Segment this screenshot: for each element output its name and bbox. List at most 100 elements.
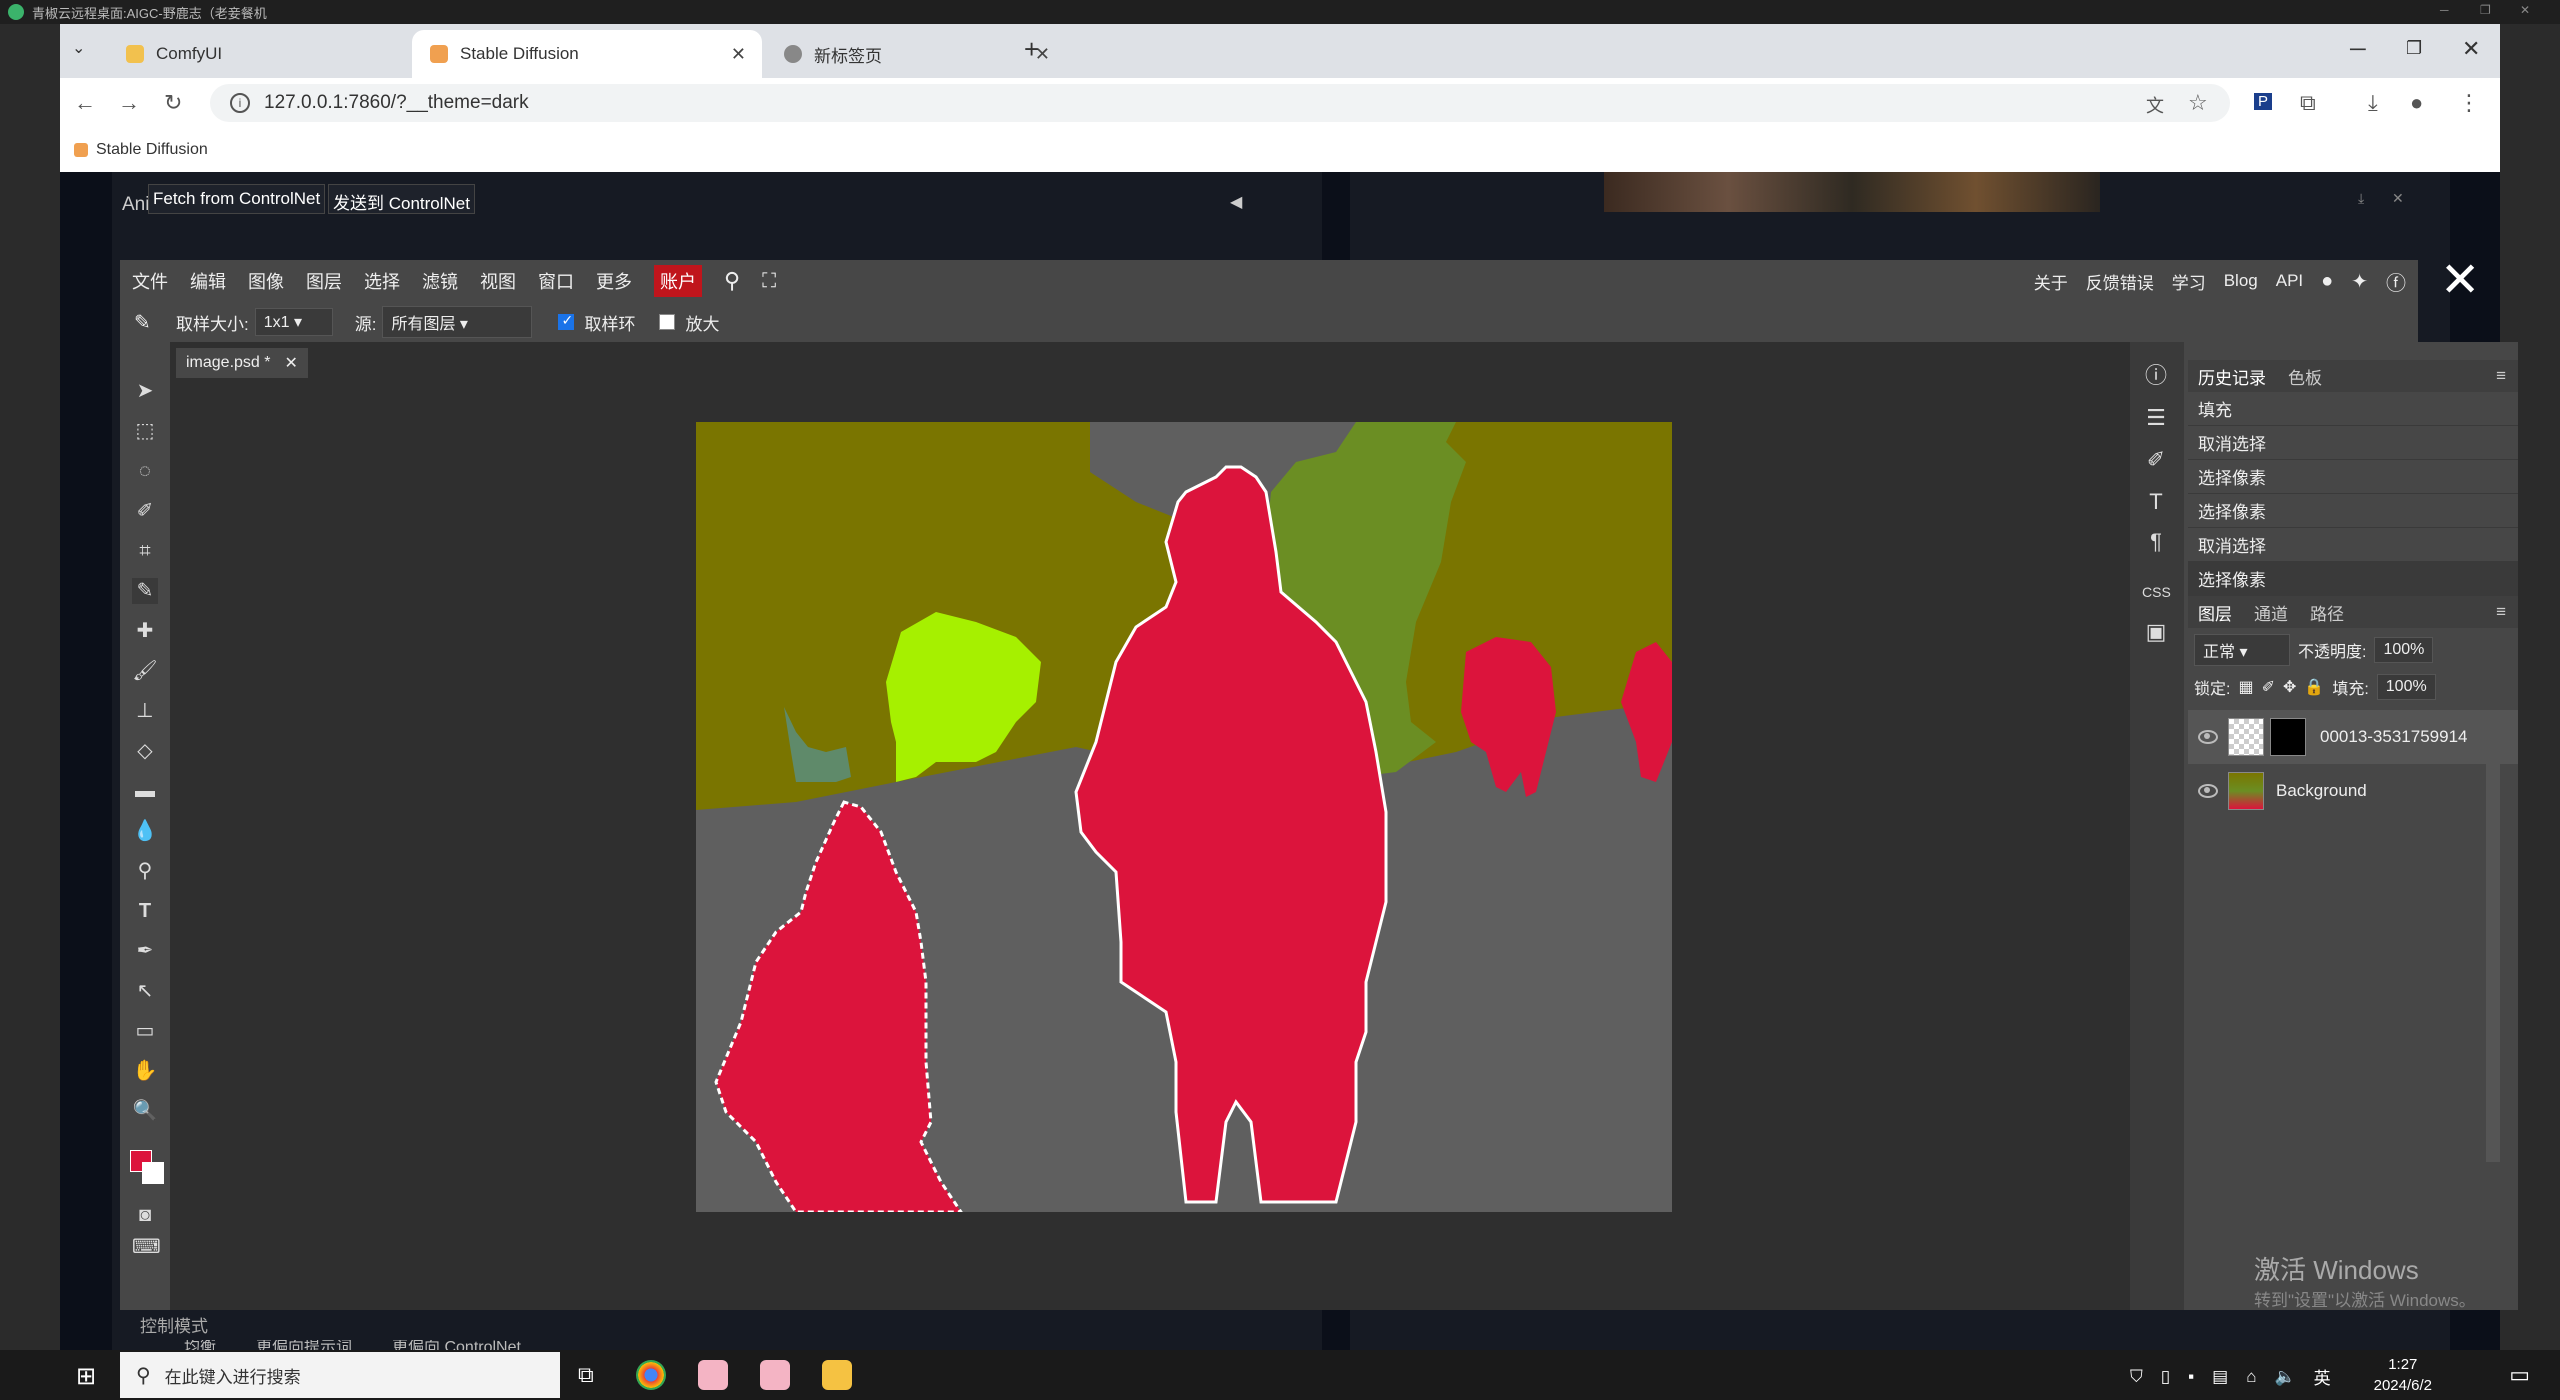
menu-report-bug[interactable]: 反馈错误 [2086, 269, 2154, 294]
collapse-arrow-icon[interactable]: ◀ [1230, 192, 1242, 212]
clear-image-icon[interactable]: ✕ [2392, 190, 2404, 207]
new-tab-plus-icon[interactable]: + [1024, 34, 1039, 65]
history-item[interactable]: 取消选择 [2188, 426, 2518, 460]
tab-new-tab[interactable]: 新标签页 ✕ [766, 30, 1066, 78]
remote-minimize-icon[interactable]: ─ [2440, 3, 2449, 17]
menu-image[interactable]: 图像 [248, 268, 284, 294]
quick-select-tool-icon[interactable]: ✐ [132, 498, 158, 524]
menu-file[interactable]: 文件 [132, 268, 168, 294]
window-close-icon[interactable]: ✕ [2462, 36, 2480, 62]
document-tab[interactable]: image.psd * ✕ [176, 348, 308, 378]
extensions-puzzle-icon[interactable]: ⧉ [2300, 90, 2316, 116]
sample-ring-checkbox[interactable] [558, 312, 575, 330]
site-info-icon[interactable]: i [230, 93, 250, 113]
reload-icon[interactable]: ↻ [164, 90, 182, 116]
visibility-eye-icon[interactable] [2198, 784, 2218, 798]
css-icon[interactable]: CSS [2142, 578, 2171, 606]
twitter-icon[interactable]: ✦ [2351, 269, 2368, 294]
menu-more[interactable]: 更多 [596, 268, 632, 294]
forward-icon[interactable]: → [118, 90, 140, 116]
send-to-controlnet-button[interactable]: 发送到 ControlNet [328, 184, 475, 214]
remote-restore-icon[interactable]: ❐ [2480, 3, 2491, 17]
lock-all-icon[interactable]: 🔒 [2304, 677, 2324, 697]
layer-row-background[interactable]: Background [2188, 764, 2518, 818]
fill-input[interactable]: 100% [2376, 674, 2436, 700]
close-editor-icon[interactable]: ✕ [2440, 252, 2480, 308]
panel-menu-icon[interactable]: ≡ [2496, 366, 2506, 386]
menu-blog[interactable]: Blog [2224, 271, 2258, 291]
sample-size-select[interactable]: 1x1 ▾ [254, 308, 333, 336]
file-explorer-icon[interactable] [822, 1360, 852, 1390]
brush-settings-icon[interactable]: ✐ [2142, 446, 2170, 474]
blur-tool-icon[interactable]: 💧 [132, 818, 158, 844]
menu-account[interactable]: 账户 [654, 265, 702, 297]
menu-api[interactable]: API [2276, 271, 2303, 291]
keyboard-icon[interactable]: ⌨ [132, 1234, 161, 1260]
app-taskbar-icon-2[interactable] [760, 1360, 790, 1390]
shield-icon[interactable]: ⛉ [2130, 1367, 2143, 1387]
radio-prompt[interactable]: 更偏向提示词 [256, 1340, 352, 1350]
menu-view[interactable]: 视图 [480, 268, 516, 294]
lock-move-icon[interactable]: ✥ [2283, 677, 2296, 697]
extension-p-icon[interactable]: P [2254, 93, 2273, 110]
tab-layers[interactable]: 图层 [2198, 600, 2232, 625]
windows-start-icon[interactable]: ⊞ [76, 1362, 96, 1391]
browser-menu-icon[interactable]: ⋮ [2458, 90, 2480, 116]
translate-icon[interactable]: 文 [2146, 92, 2164, 118]
menu-about[interactable]: 关于 [2034, 269, 2068, 294]
fullscreen-icon[interactable]: ⛶ [762, 270, 776, 293]
image-panel-icon[interactable]: ▣ [2142, 618, 2170, 646]
menu-layer[interactable]: 图层 [306, 268, 342, 294]
menu-select[interactable]: 选择 [364, 268, 400, 294]
background-color-swatch[interactable] [142, 1162, 164, 1184]
history-item[interactable]: 选择像素 [2188, 562, 2518, 596]
menu-filter[interactable]: 滤镜 [422, 268, 458, 294]
eyedropper-icon[interactable]: ✎ [132, 578, 158, 604]
tab-paths[interactable]: 路径 [2310, 600, 2344, 625]
character-icon[interactable]: T [2142, 488, 2170, 516]
reddit-icon[interactable]: ● [2321, 270, 2333, 293]
paragraph-icon[interactable]: ¶ [2142, 528, 2170, 556]
green-app-icon[interactable]: ▪ [2188, 1367, 2194, 1387]
tab-history[interactable]: 历史记录 [2198, 364, 2266, 389]
marquee-tool-icon[interactable]: ⬚ [132, 418, 158, 444]
zoom-tool-icon[interactable]: 🔍 [132, 1098, 158, 1124]
path-select-tool-icon[interactable]: ↖ [132, 978, 158, 1004]
lock-pixels-icon[interactable]: ▦ [2238, 677, 2253, 697]
facebook-icon[interactable]: ⓕ [2386, 267, 2406, 296]
fetch-from-controlnet-button[interactable]: Fetch from ControlNet [148, 184, 326, 214]
move-tool-icon[interactable]: ➤ [132, 378, 158, 404]
notification-icon[interactable]: ▭ [2509, 1362, 2530, 1388]
adjustments-icon[interactable]: ☰ [2142, 404, 2170, 432]
download-icon[interactable]: ⤓ [2368, 90, 2378, 116]
layers-menu-icon[interactable]: ≡ [2496, 602, 2506, 622]
download-image-icon[interactable]: ⤓ [2358, 190, 2364, 207]
dodge-tool-icon[interactable]: ⚲ [132, 858, 158, 884]
tab-stable-diffusion[interactable]: Stable Diffusion ✕ [412, 30, 762, 78]
volume-icon[interactable]: 🔈 [2274, 1367, 2295, 1387]
app-taskbar-icon-1[interactable] [698, 1360, 728, 1390]
network-icon[interactable]: ⌂ [2246, 1367, 2256, 1387]
taskbar-clock[interactable]: 1:27 2024/6/2 [2374, 1354, 2432, 1396]
folder-tray-icon[interactable]: ▤ [2212, 1367, 2228, 1387]
history-item[interactable]: 选择像素 [2188, 494, 2518, 528]
tab-comfyui[interactable]: ComfyUI ✕ [108, 30, 458, 78]
usb-icon[interactable]: ▯ [2161, 1367, 2170, 1387]
crop-tool-icon[interactable]: ⌗ [132, 538, 158, 564]
source-select[interactable]: 所有图层 ▾ [382, 306, 533, 338]
history-item[interactable]: 选择像素 [2188, 460, 2518, 494]
bookmark-stable-diffusion[interactable]: Stable Diffusion [96, 141, 208, 159]
layer-row-mask[interactable]: 00013-3531759914 [2188, 710, 2518, 764]
history-item[interactable]: 取消选择 [2188, 528, 2518, 562]
task-view-icon[interactable]: ⧉ [578, 1362, 594, 1388]
tab-channels[interactable]: 通道 [2254, 600, 2288, 625]
ime-indicator[interactable]: 英 [2314, 1364, 2331, 1389]
hand-tool-icon[interactable]: ✋ [132, 1058, 158, 1084]
menu-window[interactable]: 窗口 [538, 268, 574, 294]
address-bar[interactable]: i 127.0.0.1:7860/?__theme=dark [210, 84, 2230, 122]
history-item[interactable]: 填充 [2188, 392, 2518, 426]
bookmark-star-icon[interactable]: ☆ [2188, 90, 2208, 116]
visibility-eye-icon[interactable] [2198, 730, 2218, 744]
type-tool-icon[interactable]: T [132, 898, 158, 924]
radio-balanced[interactable]: 均衡 [144, 1340, 216, 1350]
